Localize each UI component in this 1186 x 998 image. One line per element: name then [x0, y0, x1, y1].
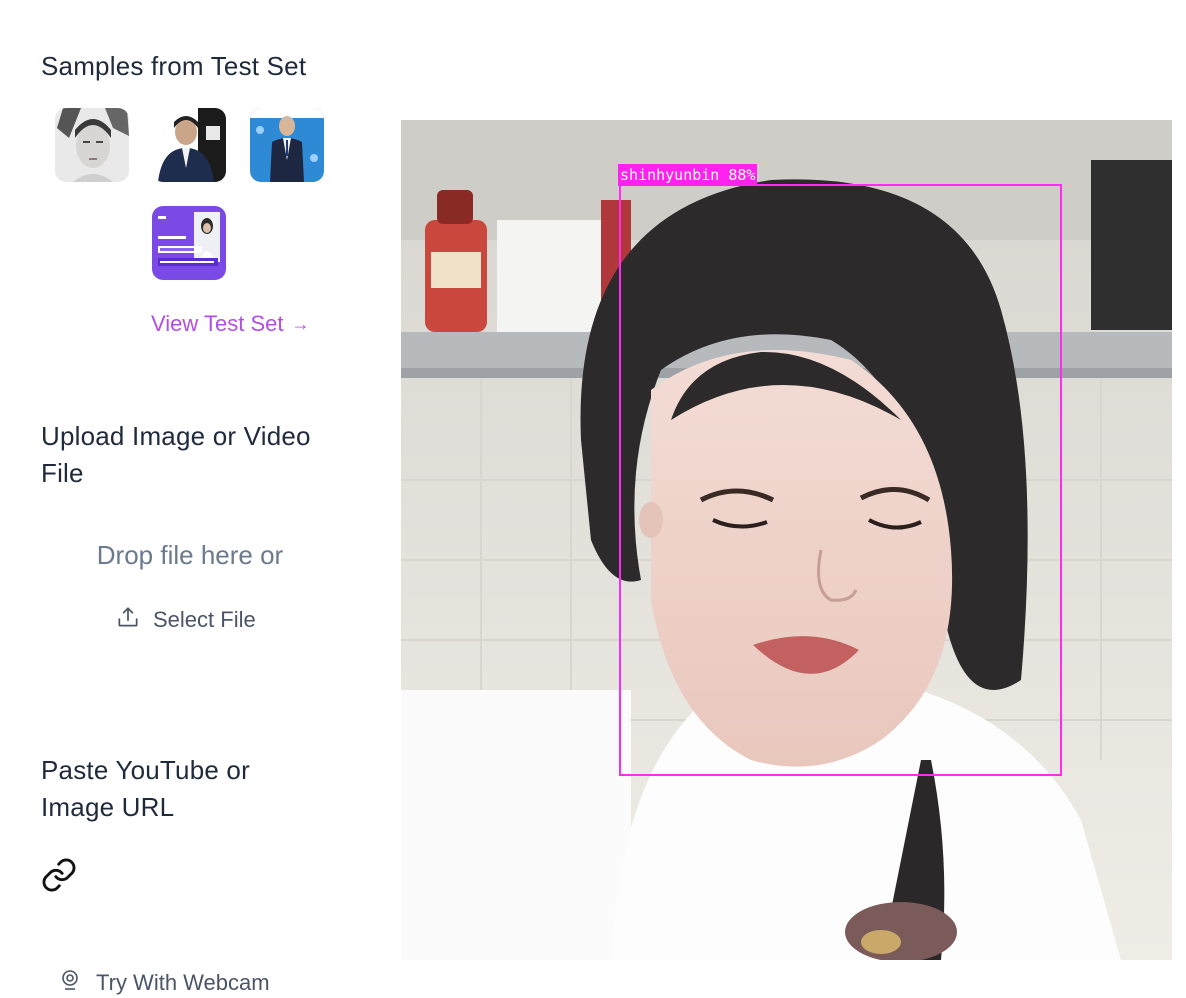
- upload-icon: [115, 604, 141, 636]
- sample-thumbnail-1[interactable]: [55, 108, 129, 182]
- view-test-set-label: View Test Set: [151, 311, 284, 336]
- sidebar: Samples from Test Set View Test Set → Up…: [0, 0, 380, 995]
- sample-thumbnail-3[interactable]: [250, 108, 324, 182]
- detection-label: shinhyunbin 88%: [618, 164, 758, 186]
- drop-zone-text: Drop file here or: [96, 540, 284, 570]
- samples-title: Samples from Test Set: [41, 51, 307, 81]
- upload-title: Upload Image or Video File: [41, 421, 311, 488]
- select-file-button[interactable]: Select File: [115, 604, 256, 636]
- webcam-icon: [58, 968, 82, 998]
- link-icon[interactable]: [40, 856, 78, 894]
- inference-result-image: shinhyunbin 88%: [401, 120, 1172, 960]
- url-title: Paste YouTube or Image URL: [41, 755, 250, 822]
- select-file-label: Select File: [153, 607, 256, 632]
- detection-box: [619, 184, 1062, 776]
- arrow-right-icon: →: [291, 313, 310, 334]
- sample-thumbnail-4[interactable]: [152, 206, 226, 280]
- view-test-set-link[interactable]: View Test Set →: [151, 311, 309, 337]
- sample-thumbnail-2[interactable]: [152, 108, 226, 182]
- try-webcam-label: Try With Webcam: [96, 970, 270, 995]
- try-webcam-button[interactable]: Try With Webcam: [58, 968, 270, 998]
